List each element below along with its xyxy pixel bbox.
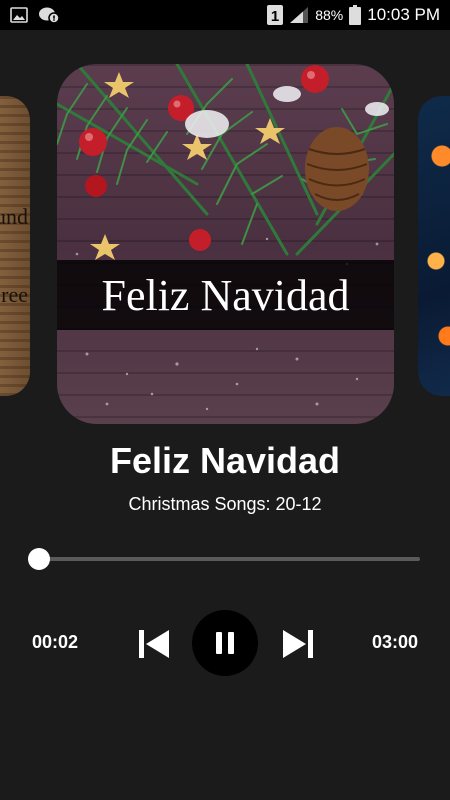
previous-album-art[interactable]: und ree (0, 96, 30, 396)
next-button[interactable] (278, 626, 318, 662)
seek-thumb[interactable] (28, 548, 51, 570)
track-title: Feliz Navidad (109, 440, 341, 481)
battery-percent: 88% (315, 7, 344, 23)
previous-art-text-1: und (0, 204, 28, 229)
previous-button[interactable] (134, 626, 174, 662)
skip-next-icon (283, 630, 313, 658)
total-time: 03:00 (371, 632, 418, 652)
music-player-screen: 1 88% 10:03 PM und ree Feliz Navidad Fel… (0, 0, 450, 800)
album-art-title-band: Feliz Navidad (57, 260, 394, 330)
next-album-art[interactable] (418, 96, 450, 396)
album-carousel[interactable]: und ree Feliz Navidad (0, 30, 450, 430)
play-pause-button[interactable] (192, 610, 258, 676)
status-right: 1 88% 10:03 PM (267, 5, 440, 25)
seek-bar[interactable] (24, 548, 420, 570)
current-album-art[interactable]: Feliz Navidad (57, 64, 394, 424)
gallery-icon (10, 6, 28, 24)
elapsed-time: 00:02 (32, 632, 79, 652)
battery-icon (349, 5, 362, 25)
album-art-graphic (57, 64, 394, 411)
track-subtitle: Christmas Songs: 20-12 (128, 494, 322, 514)
status-bar: 1 88% 10:03 PM (0, 0, 450, 30)
svg-text:1: 1 (271, 8, 279, 25)
chat-notification-icon (38, 6, 60, 24)
skip-previous-icon (139, 630, 169, 658)
sim-icon: 1 (267, 5, 284, 25)
playback-controls: 00:02 03:00 (0, 610, 450, 676)
pause-icon (216, 632, 234, 654)
pine-cone (305, 127, 369, 211)
status-time: 10:03 PM (367, 5, 440, 24)
seek-track[interactable] (34, 557, 420, 561)
status-left (10, 6, 60, 24)
signal-icon (289, 6, 309, 24)
previous-art-text-2: ree (1, 282, 28, 307)
album-art-title: Feliz Navidad (101, 270, 350, 320)
